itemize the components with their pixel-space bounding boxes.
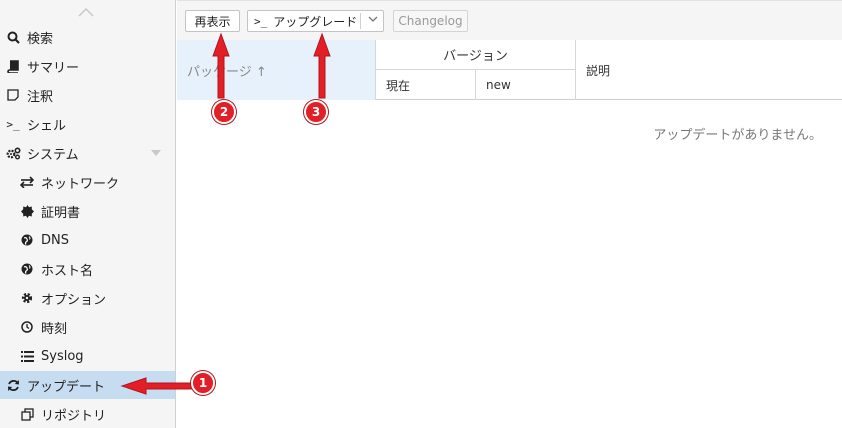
sidebar-item-syslog[interactable]: Syslog	[0, 342, 175, 370]
refresh-button-label: 再表示	[194, 14, 231, 29]
column-header-new[interactable]: new	[476, 70, 576, 100]
column-header-package[interactable]: パッケージ ↑	[177, 40, 376, 100]
sidebar-item-label: 注釈	[27, 89, 54, 105]
sidebar-item-label: 証明書	[41, 205, 81, 221]
sidebar-item-dns[interactable]: DNS	[0, 226, 175, 254]
chevron-up-icon[interactable]	[78, 7, 94, 17]
sidebar-item-updates[interactable]: アップデート	[0, 371, 175, 399]
note-icon	[5, 87, 21, 103]
column-label: 説明	[586, 63, 611, 78]
sidebar-item-notes[interactable]: 注釈	[0, 81, 175, 109]
terminal-icon: >_	[6, 117, 20, 131]
annotation-badge: 2	[212, 100, 236, 124]
copy-icon	[19, 406, 35, 422]
book-icon	[5, 58, 21, 74]
globe-icon	[19, 232, 35, 248]
sidebar-item-label: ネットワーク	[41, 176, 120, 192]
sidebar-item-repositories[interactable]: リポジトリ	[0, 400, 175, 428]
toolbar: 再表示 >_ アップグレード Changelog	[177, 0, 842, 40]
changelog-button[interactable]: Changelog	[393, 10, 468, 32]
chevron-down-icon[interactable]	[151, 150, 161, 156]
sidebar-nav: 検索 サマリー 注釈 >_ シェル システム ネットワーク 証明書 DNS ホス…	[0, 0, 176, 428]
sidebar-item-label: リポジトリ	[41, 408, 107, 424]
upgrade-button[interactable]: >_ アップグレード	[247, 10, 384, 32]
empty-message: アップデートがありません。	[653, 128, 822, 143]
sidebar-item-network[interactable]: ネットワーク	[0, 168, 175, 196]
upgrade-button-label: アップグレード	[273, 14, 358, 29]
sidebar-item-label: Syslog	[41, 348, 84, 364]
sidebar-item-system[interactable]: システム	[0, 139, 175, 167]
column-header-description[interactable]: 説明	[576, 40, 842, 100]
refresh-button[interactable]: 再表示	[185, 10, 240, 32]
gears-icon	[5, 145, 21, 161]
column-label: 現在	[386, 78, 411, 93]
split-divider	[360, 13, 361, 29]
sidebar-item-label: ホスト名	[41, 263, 94, 279]
sidebar-item-label: シェル	[27, 118, 67, 134]
sidebar-item-label: 検索	[27, 31, 54, 47]
sidebar-item-label: オプション	[41, 292, 107, 308]
globe-icon	[19, 261, 35, 277]
grid-header: パッケージ ↑ バージョン 現在 new 説明	[177, 40, 842, 100]
column-header-current[interactable]: 現在	[376, 70, 476, 100]
clock-icon	[19, 319, 35, 335]
gear-icon	[19, 290, 35, 306]
sidebar-item-certificates[interactable]: 証明書	[0, 197, 175, 225]
sidebar-item-options[interactable]: オプション	[0, 284, 175, 312]
terminal-icon: >_	[254, 14, 268, 28]
column-label: パッケージ ↑	[187, 64, 267, 80]
sidebar-item-time[interactable]: 時刻	[0, 313, 175, 341]
sidebar-item-search[interactable]: 検索	[0, 23, 175, 51]
list-icon	[19, 348, 35, 364]
certificate-icon	[19, 203, 35, 219]
chevron-down-icon[interactable]	[368, 15, 378, 26]
sidebar-item-shell[interactable]: >_ シェル	[0, 110, 175, 138]
sidebar-item-label: システム	[27, 147, 79, 163]
sidebar-item-label: アップデート	[27, 379, 106, 395]
column-label: バージョン	[443, 49, 508, 64]
search-icon	[5, 29, 21, 45]
changelog-button-label: Changelog	[398, 14, 463, 28]
sidebar-item-hostname[interactable]: ホスト名	[0, 255, 175, 283]
column-header-version: バージョン	[376, 40, 576, 70]
annotation-badge: 1	[191, 371, 215, 395]
annotation-badge: 3	[304, 100, 328, 124]
sidebar-item-label: 時刻	[41, 321, 68, 337]
refresh-icon	[5, 377, 21, 393]
exchange-icon	[19, 174, 35, 190]
sidebar-item-label: DNS	[41, 232, 69, 248]
column-label: new	[486, 78, 511, 92]
sidebar-item-summary[interactable]: サマリー	[0, 52, 175, 80]
sidebar-item-label: サマリー	[27, 60, 80, 76]
